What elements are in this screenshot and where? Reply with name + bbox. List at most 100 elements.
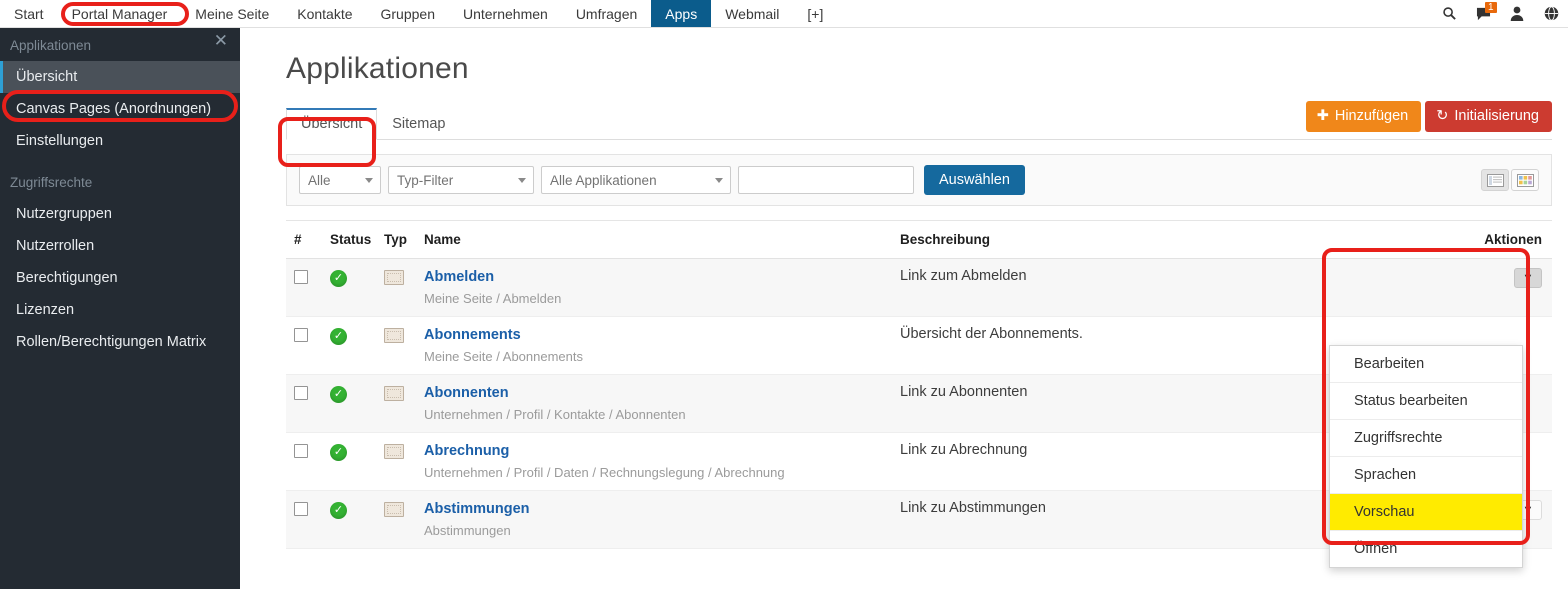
initialisierung-button[interactable]: ↻ Initialisierung: [1425, 101, 1552, 132]
top-navigation-bar: Start Portal Manager Meine Seite Kontakt…: [0, 0, 1568, 28]
view-toggle-group: [1481, 169, 1539, 191]
page-title: Applikationen: [286, 52, 469, 85]
sidebar-item-rollen-berechtigungen-matrix[interactable]: Rollen/Berechtigungen Matrix: [0, 326, 240, 358]
nav-item-umfragen[interactable]: Umfragen: [562, 0, 651, 27]
filter-select-applikationen[interactable]: Alle Applikationen: [541, 166, 731, 194]
row-actions-chevron-down-icon[interactable]: ▼: [1514, 268, 1542, 288]
column-header-beschreibung[interactable]: Beschreibung: [900, 221, 1352, 259]
row-checkbox[interactable]: [294, 386, 308, 400]
application-name-link[interactable]: Abonnenten: [424, 384, 900, 402]
list-view-icon[interactable]: [1481, 169, 1509, 191]
status-ok-icon: ✓: [330, 386, 347, 403]
tab-bar: Übersicht Sitemap ✚ Hinzufügen ↻ Initial…: [286, 101, 1552, 140]
application-name-link[interactable]: Abmelden: [424, 268, 900, 286]
row-status-cell: ✓: [330, 433, 384, 491]
row-checkbox[interactable]: [294, 502, 308, 516]
nav-item-meine-seite[interactable]: Meine Seite: [181, 0, 283, 27]
sidebar-item-lizenzen[interactable]: Lizenzen: [0, 294, 240, 326]
application-path: Meine Seite / Abonnements: [424, 349, 583, 364]
close-icon[interactable]: ✕: [214, 32, 228, 50]
row-description: Link zu Abonnenten: [900, 384, 1028, 400]
filter-bar: Alle Typ-Filter Alle Applikationen Auswä…: [286, 154, 1552, 206]
sidebar-group-applikationen-title: Applikationen: [10, 38, 92, 53]
row-typ-cell: [384, 317, 424, 375]
application-name-link[interactable]: Abonnements: [424, 326, 900, 344]
tile-view-icon[interactable]: [1511, 169, 1539, 191]
row-status-cell: ✓: [330, 259, 384, 317]
menu-item-vorschau[interactable]: Vorschau: [1330, 494, 1522, 531]
sidebar: ✕ Applikationen Übersicht Canvas Pages (…: [0, 28, 240, 589]
status-ok-icon: ✓: [330, 502, 347, 519]
row-description: Link zu Abrechnung: [900, 442, 1028, 458]
row-status-cell: ✓: [330, 491, 384, 549]
add-button-label: Hinzufügen: [1334, 108, 1409, 124]
nav-item-gruppen[interactable]: Gruppen: [367, 0, 449, 27]
menu-item-zugriffsrechte[interactable]: Zugriffsrechte: [1330, 420, 1522, 457]
globe-icon[interactable]: [1534, 0, 1568, 27]
auswaehlen-button[interactable]: Auswählen: [924, 165, 1025, 195]
nav-item-start[interactable]: Start: [0, 0, 58, 27]
row-typ-cell: [384, 259, 424, 317]
row-description: Link zu Abstimmungen: [900, 500, 1046, 516]
page-icon: [384, 328, 404, 343]
nav-item-kontakte[interactable]: Kontakte: [283, 0, 366, 27]
column-header-aktionen[interactable]: Aktionen: [1352, 221, 1552, 259]
message-count-badge: 1: [1485, 2, 1497, 13]
messages-icon[interactable]: 1: [1466, 0, 1500, 27]
sidebar-item-canvas-pages[interactable]: Canvas Pages (Anordnungen): [0, 93, 240, 125]
row-checkbox[interactable]: [294, 328, 308, 342]
row-description: Link zum Abmelden: [900, 268, 1027, 284]
table-row: ✓ Abmelden Meine Seite / Abmelden Link z…: [286, 258, 1552, 317]
tab-uebersicht[interactable]: Übersicht: [286, 108, 378, 140]
filter-select-alle-value: Alle: [308, 172, 331, 188]
row-name-cell: Abmelden Meine Seite / Abmelden: [424, 259, 900, 317]
row-typ-cell: [384, 375, 424, 433]
sidebar-item-nutzergruppen[interactable]: Nutzergruppen: [0, 198, 240, 230]
row-checkbox[interactable]: [294, 444, 308, 458]
nav-item-webmail[interactable]: Webmail: [711, 0, 793, 27]
sidebar-item-uebersicht[interactable]: Übersicht: [0, 61, 240, 93]
sidebar-item-einstellungen[interactable]: Einstellungen: [0, 125, 240, 157]
plus-icon: ✚: [1316, 108, 1329, 124]
row-checkbox[interactable]: [294, 270, 308, 284]
row-checkbox-cell: [286, 433, 330, 491]
column-header-status[interactable]: Status: [330, 221, 384, 259]
application-name-link[interactable]: Abrechnung: [424, 442, 900, 460]
filter-select-typ[interactable]: Typ-Filter: [388, 166, 534, 194]
application-path: Abstimmungen: [424, 523, 511, 538]
tab-sitemap[interactable]: Sitemap: [377, 109, 460, 140]
row-checkbox-cell: [286, 317, 330, 375]
column-header-name[interactable]: Name: [424, 221, 900, 259]
menu-item-oeffnen[interactable]: Öffnen: [1330, 531, 1522, 567]
menu-item-bearbeiten[interactable]: Bearbeiten: [1330, 346, 1522, 383]
menu-item-status-bearbeiten[interactable]: Status bearbeiten: [1330, 383, 1522, 420]
search-input[interactable]: [738, 166, 914, 194]
nav-item-apps[interactable]: Apps: [651, 0, 712, 27]
nav-item-unternehmen[interactable]: Unternehmen: [449, 0, 562, 27]
page-icon: [384, 444, 404, 459]
column-header-num[interactable]: #: [286, 221, 330, 259]
sidebar-item-nutzerrollen[interactable]: Nutzerrollen: [0, 230, 240, 262]
add-button[interactable]: ✚ Hinzufügen: [1305, 101, 1422, 132]
user-icon[interactable]: [1500, 0, 1534, 27]
application-name-link[interactable]: Abstimmungen: [424, 500, 900, 518]
actions-dropdown-menu: Bearbeiten Status bearbeiten Zugriffsrec…: [1329, 345, 1523, 568]
page-icon: [384, 270, 404, 285]
application-path: Unternehmen / Profil / Daten / Rechnungs…: [424, 465, 785, 480]
row-name-cell: Abonnements Meine Seite / Abonnements: [424, 317, 900, 375]
row-name-cell: Abstimmungen Abstimmungen: [424, 491, 900, 549]
search-icon[interactable]: [1432, 0, 1466, 27]
filter-select-typ-value: Typ-Filter: [397, 172, 454, 188]
sidebar-item-berechtigungen[interactable]: Berechtigungen: [0, 262, 240, 294]
menu-item-sprachen[interactable]: Sprachen: [1330, 457, 1522, 494]
initialisierung-button-label: Initialisierung: [1454, 108, 1539, 124]
row-name-cell: Abonnenten Unternehmen / Profil / Kontak…: [424, 375, 900, 433]
row-checkbox-cell: [286, 259, 330, 317]
filter-select-applikationen-value: Alle Applikationen: [550, 172, 657, 188]
nav-item-add[interactable]: [+]: [793, 0, 837, 27]
nav-item-portal-manager[interactable]: Portal Manager: [58, 0, 182, 27]
column-header-typ[interactable]: Typ: [384, 221, 424, 259]
filter-select-alle[interactable]: Alle: [299, 166, 381, 194]
row-status-cell: ✓: [330, 375, 384, 433]
